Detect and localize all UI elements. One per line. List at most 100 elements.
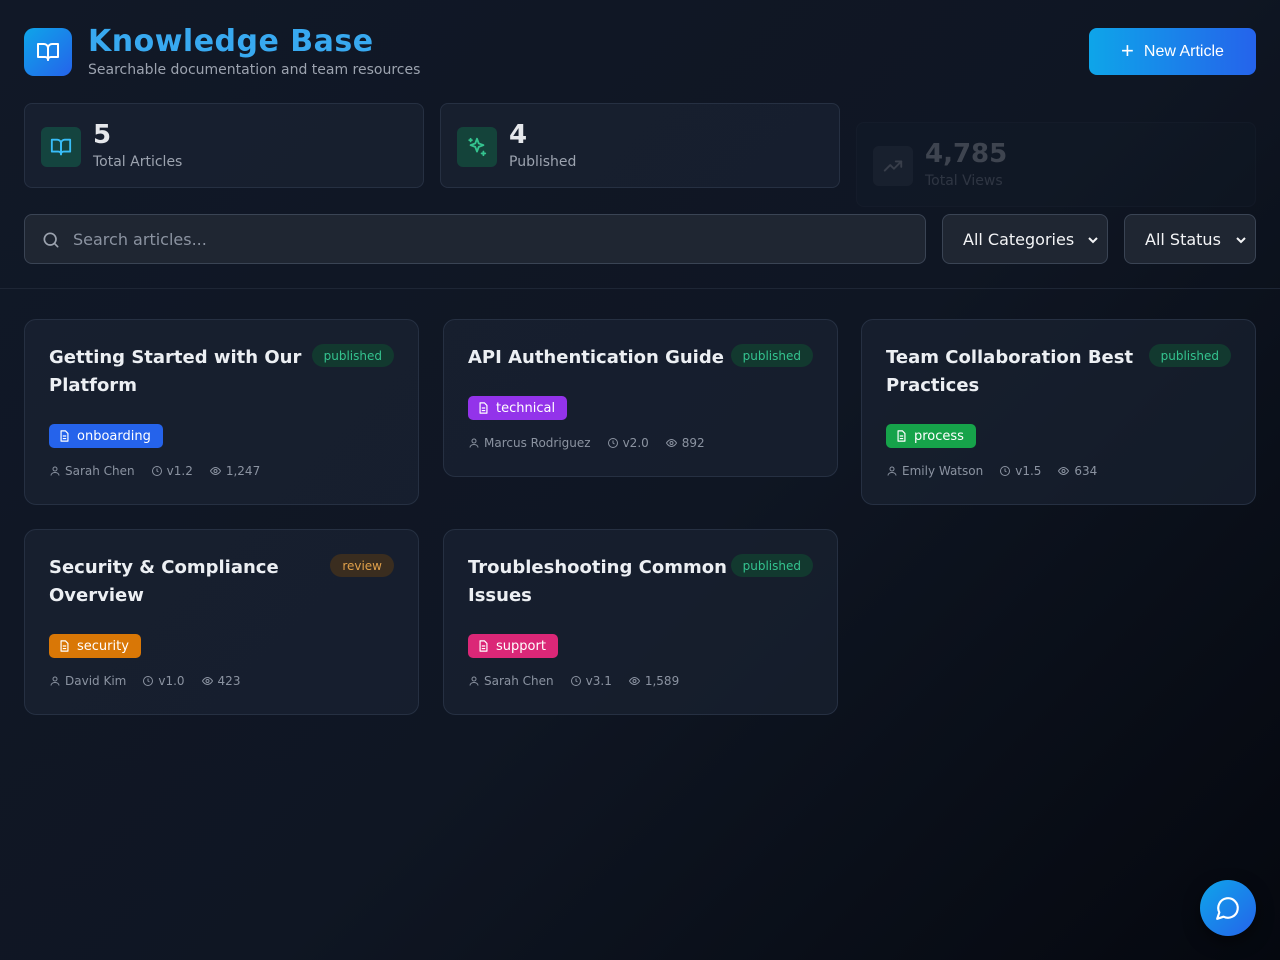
- version: v3.1: [570, 674, 612, 688]
- eye-icon: [201, 676, 213, 686]
- document-icon: [60, 430, 69, 442]
- article-card[interactable]: Troubleshooting Common Issues published …: [443, 529, 838, 715]
- stat-icon-box: [457, 127, 497, 167]
- status-badge: published: [730, 554, 813, 577]
- status-badge: published: [1148, 344, 1231, 367]
- category-tag-label: security: [77, 638, 129, 654]
- stat-value: 4,785: [925, 139, 1008, 169]
- eye-icon: [209, 466, 221, 476]
- user-icon: [50, 676, 60, 686]
- status-badge: published: [730, 344, 813, 367]
- author: David Kim: [49, 674, 126, 688]
- eye-icon: [665, 438, 677, 448]
- author-name: David Kim: [65, 674, 127, 688]
- category-tag: process: [886, 424, 976, 448]
- version: v1.2: [151, 464, 193, 478]
- views: 892: [665, 436, 705, 450]
- views: 423: [201, 674, 240, 688]
- category-tag-label: technical: [496, 400, 556, 416]
- clock-icon: [570, 676, 581, 686]
- chat-bubble-icon: [1216, 897, 1239, 920]
- clock-icon: [1000, 466, 1011, 476]
- clock-icon: [607, 438, 618, 448]
- version: v2.0: [607, 436, 649, 450]
- author: Marcus Rodriguez: [468, 436, 591, 450]
- article-card[interactable]: Getting Started with Our Platform publis…: [24, 319, 419, 505]
- stat-published: 4 Published: [440, 103, 840, 188]
- category-tag: security: [49, 634, 141, 658]
- author: Sarah Chen: [49, 464, 135, 478]
- author-name: Emily Watson: [902, 464, 984, 478]
- search-input[interactable]: [73, 215, 913, 263]
- chevron-down-icon: [1088, 237, 1098, 244]
- search-box[interactable]: [24, 214, 926, 264]
- stat-total-views: 4,785 Total Views: [856, 122, 1256, 207]
- version-label: v3.1: [585, 674, 612, 688]
- chat-button[interactable]: [1200, 880, 1256, 936]
- user-icon: [887, 466, 897, 476]
- stat-label: Total Views: [925, 173, 1003, 189]
- article-card[interactable]: Security & Compliance Overview review se…: [24, 529, 419, 715]
- version-label: v1.2: [166, 464, 193, 478]
- article-meta: Sarah Chen v1.2 1,247: [49, 464, 260, 478]
- views-count: 634: [1074, 464, 1098, 478]
- version: v1.5: [999, 464, 1041, 478]
- category-tag-label: onboarding: [77, 428, 151, 444]
- stat-icon-box: [41, 127, 81, 167]
- views-count: 1,247: [225, 464, 261, 478]
- stat-value: 5: [93, 120, 112, 150]
- article-title: Security & Compliance Overview: [49, 557, 279, 606]
- new-article-button[interactable]: + New Article: [1089, 28, 1256, 75]
- article-card[interactable]: API Authentication Guide published techn…: [443, 319, 838, 477]
- article-meta: Marcus Rodriguez v2.0 892: [468, 436, 705, 450]
- status-badge: review: [330, 554, 394, 577]
- author-name: Sarah Chen: [484, 674, 554, 688]
- article-card[interactable]: Team Collaboration Best Practices publis…: [861, 319, 1256, 505]
- article-title: Getting Started with Our Platform: [49, 347, 302, 396]
- clock-icon: [143, 676, 154, 686]
- article-title: API Authentication Guide: [468, 347, 724, 368]
- document-icon: [897, 430, 906, 442]
- clock-icon: [151, 466, 162, 476]
- views-count: 892: [681, 436, 705, 450]
- status-select[interactable]: All Status: [1124, 214, 1256, 264]
- document-icon: [479, 402, 488, 414]
- version-label: v1.0: [158, 674, 185, 688]
- stat-total-articles: 5 Total Articles: [24, 103, 424, 188]
- views: 1,589: [628, 674, 679, 688]
- status-select-value: All Status: [1145, 229, 1221, 249]
- page-title: Knowledge Base: [88, 24, 374, 59]
- version-label: v2.0: [622, 436, 649, 450]
- sparkles-icon: [468, 137, 487, 157]
- book-open-icon: [37, 43, 59, 61]
- views: 1,247: [209, 464, 260, 478]
- category-tag: onboarding: [49, 424, 163, 448]
- stat-label: Published: [509, 154, 577, 170]
- user-icon: [50, 466, 60, 476]
- chevron-down-icon: [1236, 237, 1246, 244]
- new-article-label: New Article: [1143, 42, 1224, 60]
- category-select[interactable]: All Categories: [942, 214, 1108, 264]
- version-label: v1.5: [1015, 464, 1042, 478]
- document-icon: [60, 640, 69, 652]
- eye-icon: [628, 676, 640, 686]
- views-count: 1,589: [644, 674, 680, 688]
- category-tag-label: support: [496, 638, 546, 654]
- author: Emily Watson: [886, 464, 983, 478]
- category-tag: technical: [468, 396, 568, 420]
- status-badge: published: [311, 344, 394, 367]
- article-meta: Sarah Chen v3.1 1,589: [468, 674, 679, 688]
- page-subtitle: Searchable documentation and team resour…: [88, 62, 421, 78]
- logo: [24, 28, 72, 76]
- divider: [0, 288, 1280, 289]
- page-header: Knowledge Base Searchable documentation …: [24, 24, 1256, 78]
- article-title: Troubleshooting Common Issues: [468, 557, 727, 606]
- book-open-icon: [50, 138, 72, 156]
- article-title: Team Collaboration Best Practices: [886, 347, 1134, 396]
- views: 634: [1057, 464, 1097, 478]
- author-name: Marcus Rodriguez: [484, 436, 591, 450]
- stat-label: Total Articles: [93, 154, 183, 170]
- category-tag-label: process: [914, 428, 964, 444]
- stat-icon-box: [873, 146, 913, 186]
- version: v1.0: [142, 674, 185, 688]
